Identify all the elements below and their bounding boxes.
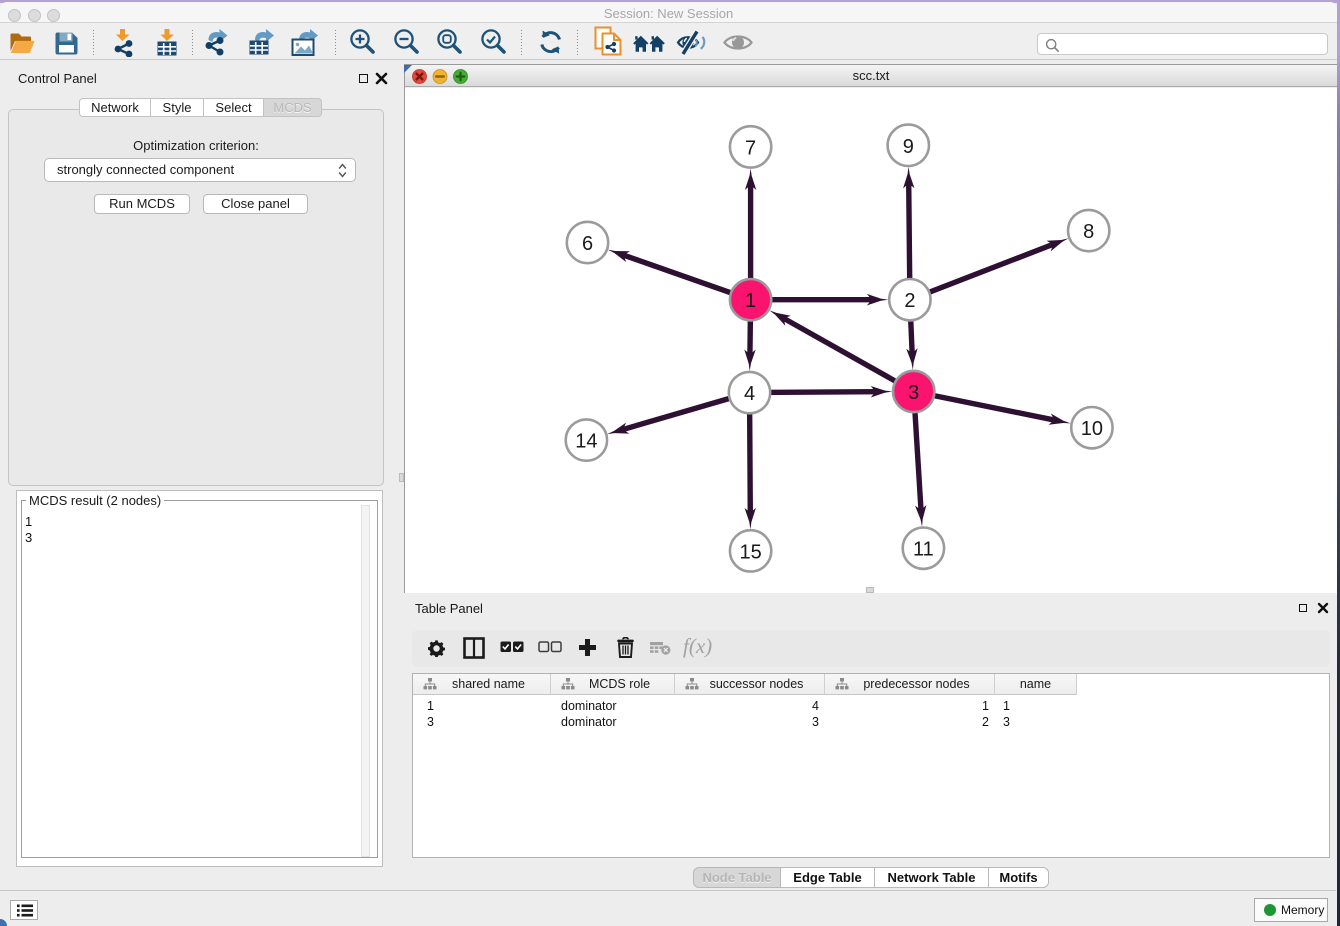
svg-text:11: 11 xyxy=(913,539,934,561)
svg-text:15: 15 xyxy=(739,541,761,563)
svg-text:6: 6 xyxy=(582,233,593,255)
svg-text:2: 2 xyxy=(904,290,915,312)
svg-text:8: 8 xyxy=(1083,221,1094,243)
svg-text:7: 7 xyxy=(745,137,756,159)
svg-text:14: 14 xyxy=(575,431,597,453)
svg-text:1: 1 xyxy=(745,290,756,312)
svg-text:10: 10 xyxy=(1081,418,1103,440)
svg-text:3: 3 xyxy=(908,382,919,404)
svg-text:4: 4 xyxy=(744,383,755,405)
svg-text:9: 9 xyxy=(903,136,914,158)
